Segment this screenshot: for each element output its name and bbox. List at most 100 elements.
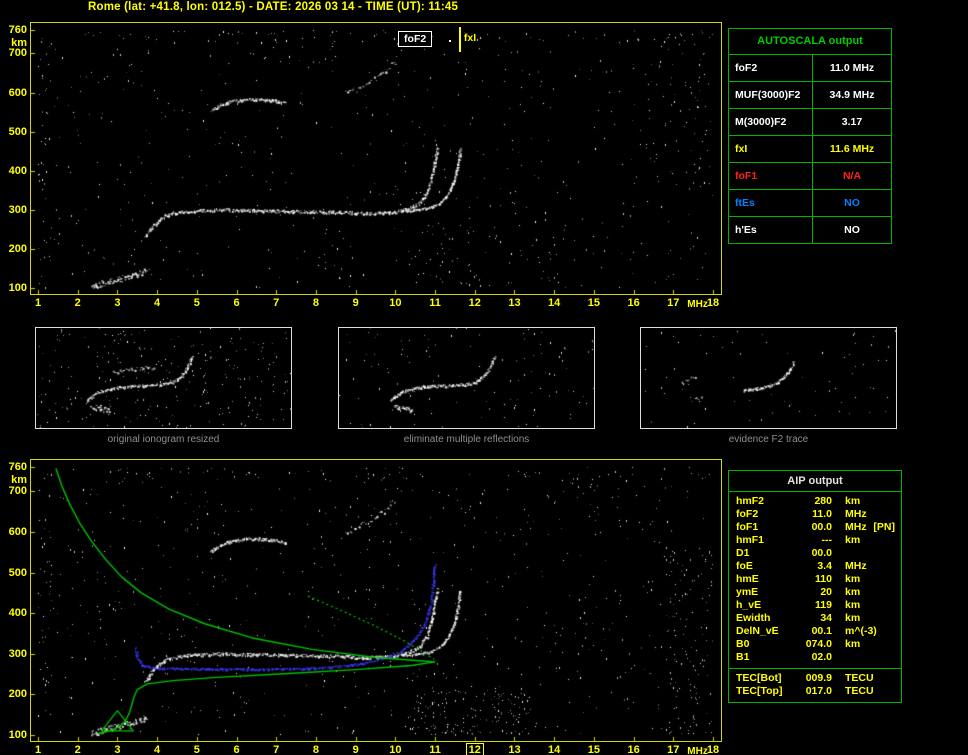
x-tick-label: 8 [304, 744, 328, 755]
fof2-marker-dot [449, 40, 452, 42]
aip-unit: km [845, 599, 861, 611]
x-tick-label: 8 [304, 297, 328, 310]
autoscala-row: fxI 11.6 MHz [729, 136, 891, 163]
autoscala-row-label: h'Es [729, 217, 813, 243]
autoscala-row: foF1 N/A [729, 163, 891, 190]
x-tick-label: 4 [145, 744, 169, 755]
x-tick-value: 17 [667, 297, 680, 309]
aip-value: 017.0 [805, 685, 832, 697]
x-tick-value: 14 [548, 744, 561, 755]
x-tick-value: 4 [154, 297, 161, 309]
aip-unit: km [845, 495, 861, 507]
thumbnail-f2-evidence-canvas [641, 328, 896, 428]
x-tick-value: 14 [548, 297, 561, 309]
y-tick-label: 600 [8, 86, 27, 99]
aip-unit: MHz [845, 560, 867, 572]
y-tick-label: 200 [8, 242, 27, 255]
aip-label: foF2 [736, 508, 759, 520]
x-tick-value: 7 [273, 297, 280, 309]
x-tick-label: 7 [264, 297, 288, 310]
x-tick-label: 1 [26, 744, 50, 755]
x-tick-label: 13 [502, 297, 526, 310]
autoscala-row-label: foF2 [729, 55, 813, 81]
x-tick-label: 16 [622, 744, 646, 755]
x-tick-value: 12 [468, 297, 481, 309]
aip-row: hmE 110 km [729, 573, 901, 586]
aip-unit: km [845, 612, 861, 624]
thumbnail-f2-evidence [640, 327, 897, 429]
x-tick-value: 1 [34, 744, 42, 755]
x-tick-value: 18 [706, 297, 720, 309]
y-tick-label: 600 [8, 525, 27, 538]
y-tick-label: 200 [8, 688, 27, 701]
x-tick-label: 6 [225, 297, 249, 310]
x-tick-label: 7 [264, 744, 288, 755]
y-tick-label: 400 [8, 607, 27, 620]
x-tick-label: 11 [423, 744, 447, 755]
aip-row: B0 074.0 km [729, 638, 901, 651]
aip-label: B0 [736, 638, 750, 650]
y-tick-label: 500 [8, 125, 27, 138]
x-tick-label: 2 [66, 744, 90, 755]
x-tick-label: 14 [542, 297, 566, 310]
thumbnail-cleaned-ionogram [338, 327, 595, 429]
autoscala-row: MUF(3000)F2 34.9 MHz [729, 82, 891, 109]
top-ionogram-canvas [30, 22, 722, 295]
aip-value: 00.0 [811, 521, 832, 533]
aip-row: hmF1 --- km [729, 534, 901, 547]
x-tick-label: 12 [463, 743, 487, 755]
x-tick-value: 7 [273, 744, 280, 755]
aip-value: 00.0 [811, 547, 832, 559]
aip-row: h_vE 119 km [729, 599, 901, 612]
aip-value: 34 [820, 612, 832, 624]
x-tick-value: 16 [627, 297, 640, 309]
aip-value: 02.0 [811, 651, 832, 663]
aip-value: 009.9 [805, 672, 832, 684]
aip-label: B1 [736, 651, 750, 663]
aip-unit: TECU [845, 685, 874, 697]
aip-value: 074.0 [805, 638, 832, 650]
x-tick-label: 2 [66, 297, 90, 310]
fof2-marker-label: foF2 [398, 31, 433, 47]
autoscala-row: foF2 11.0 MHz [729, 55, 891, 82]
aip-unit: km [845, 534, 861, 546]
x-tick-label: 10 [383, 297, 407, 310]
y-tick-label: 500 [8, 566, 27, 579]
y-tick-label: 700 [8, 485, 27, 498]
x-tick-label: 1 [26, 297, 50, 310]
y-tick-label: 100 [8, 282, 27, 294]
x-tick-label: 5 [185, 744, 209, 755]
aip-unit: km [845, 573, 861, 585]
aip-row: DelN_vE 00.1 m^(-3) [729, 625, 901, 638]
x-tick-label: 16 [622, 297, 646, 310]
aip-value: 110 [815, 573, 832, 585]
x-tick-value: 10 [389, 297, 402, 309]
autoscala-row-label: M(3000)F2 [729, 109, 813, 135]
x-tick-value: 15 [587, 744, 600, 755]
y-tick-label: 100 [8, 729, 27, 741]
y-tick-label: 760 [8, 24, 27, 36]
x-tick-label: 11 [423, 297, 447, 310]
aip-label: h_vE [736, 599, 762, 611]
aip-row: TEC[Top] 017.0 TECU [729, 685, 901, 698]
aip-value: 11.0 [812, 508, 832, 520]
y-axis-unit: km [11, 474, 27, 486]
y-tick-label: 300 [8, 647, 27, 660]
aip-row: foE 3.4 MHz [729, 560, 901, 573]
x-tick-label: 12 [463, 297, 487, 310]
aip-label: Ewidth [736, 612, 771, 624]
autoscala-row-value: 11.6 MHz [829, 143, 875, 155]
aip-row: foF1 00.0 MHz [PN] [729, 521, 901, 534]
x-tick-label: 4 [145, 297, 169, 310]
aip-label: hmF2 [736, 495, 765, 507]
aip-value: 3.4 [817, 560, 832, 572]
x-tick-label: 17 [661, 297, 685, 310]
x-tick-label: 9 [344, 744, 368, 755]
x-tick-value: 8 [312, 297, 319, 309]
x-tick-value: 5 [193, 744, 200, 755]
y-tick-label: 700 [8, 47, 27, 60]
autoscala-row: M(3000)F2 3.17 [729, 109, 891, 136]
aip-row: B1 02.0 [729, 651, 901, 664]
aip-label: TEC[Top] [736, 685, 783, 697]
x-axis-unit: MHz [687, 299, 708, 310]
